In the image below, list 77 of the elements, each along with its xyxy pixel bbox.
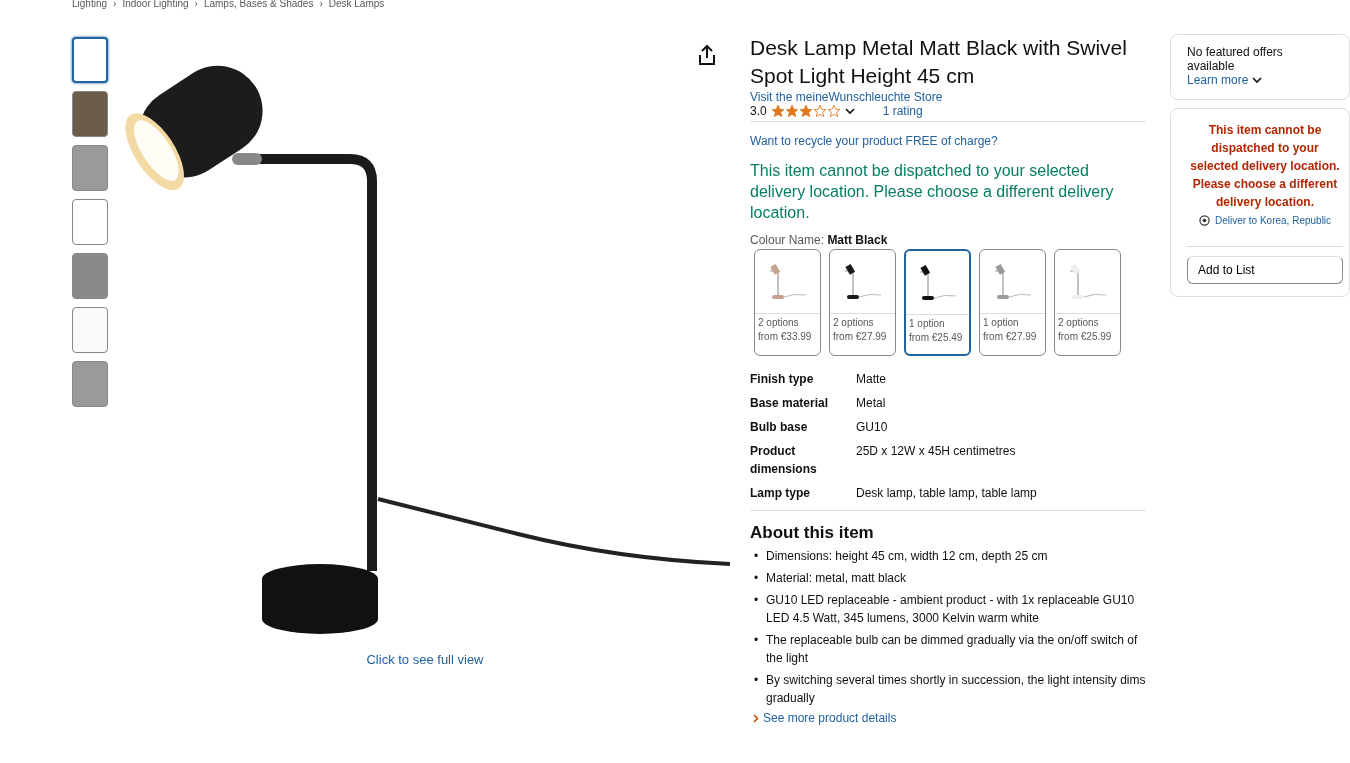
- dispatch-warning: This item cannot be dispatched to your selected delivery location. Please choose a different delivery location.: [1189, 122, 1341, 211]
- spec-value: Desk lamp, table lamp, table lamp: [856, 485, 1038, 502]
- about-heading: About this item: [750, 523, 875, 543]
- spec-label: Lamp type: [750, 485, 811, 502]
- recycle-link[interactable]: Want to recycle your product FREE of charge?: [750, 134, 1146, 148]
- variant-options-count: 2 options: [832, 316, 875, 328]
- product-title: Desk Lamp Metal Matt Black with Swivel Spot Light Height 45 cm: [750, 35, 1128, 89]
- bullet-marker: •: [754, 548, 759, 565]
- spec-value: 25D x 12W x 45H centimetres: [856, 443, 1017, 460]
- bullet-marker: •: [754, 570, 759, 587]
- breadcrumb-link[interactable]: Desk Lamps: [328, 0, 385, 9]
- deliver-to-link[interactable]: Deliver to Korea, Republic: [1214, 215, 1332, 226]
- lamp-thumbnail-drawing: [918, 264, 957, 301]
- breadcrumb-link[interactable]: Lighting: [72, 0, 108, 9]
- breadcrumb-separator: ›: [319, 0, 323, 9]
- bullet-marker: •: [754, 632, 759, 649]
- spec-label: Finish type: [750, 371, 815, 388]
- spec-value: GU10: [856, 419, 889, 436]
- lamp-thumbnail-drawing: [843, 263, 882, 300]
- full-view-link[interactable]: Click to see full view: [366, 652, 484, 667]
- chevron-down-icon: [844, 107, 855, 115]
- feature-bullet: By switching several times shortly in succession, the light intensity dims gradually: [766, 672, 1146, 707]
- star-filled-icon: [784, 104, 799, 118]
- chevron-right-icon: [753, 713, 759, 723]
- image-thumbnail[interactable]: [72, 361, 108, 407]
- feature-bullet: The replaceable bulb can be dimmed gradually via the on/off switch of the light: [766, 632, 1139, 667]
- chevron-down-icon: [1252, 76, 1263, 84]
- colour-variant-option[interactable]: 2 options from €27.99: [829, 249, 896, 356]
- feature-bullet: GU10 LED replaceable - ambient product - with 1x replaceable GU10 LED 4.5 Watt, 345 lumens, 3000 Kelvin warm white: [766, 592, 1136, 627]
- image-thumbnail[interactable]: [72, 91, 108, 137]
- breadcrumb-separator: ›: [113, 0, 117, 9]
- variant-price: from €33.99: [757, 330, 813, 342]
- dispatch-notice: This item cannot be dispatched to your selected delivery location. Please choose a different delivery location.: [750, 161, 1115, 223]
- rating-count-link[interactable]: 1 rating: [882, 104, 923, 118]
- spec-value: Metal: [856, 395, 887, 412]
- variant-options-count: 2 options: [1057, 316, 1100, 328]
- breadcrumb-link[interactable]: Indoor Lighting: [122, 0, 189, 9]
- spec-value: Matte: [856, 371, 887, 388]
- store-link[interactable]: Visit the meineWunschleuchte Store: [750, 90, 1146, 104]
- colour-variant-option[interactable]: 1 option from €27.99: [979, 249, 1046, 356]
- image-thumbnail[interactable]: [72, 199, 108, 245]
- variant-price: from €27.99: [832, 330, 888, 342]
- star-filled-icon: [798, 104, 813, 118]
- location-pin-icon: [1198, 215, 1210, 226]
- breadcrumb-link[interactable]: Lamps, Bases & Shades: [203, 0, 314, 9]
- offers-message: No featured offers available: [1187, 45, 1284, 73]
- breadcrumb-separator: ›: [194, 0, 198, 9]
- variant-price: from €25.99: [1057, 330, 1113, 342]
- spec-label: Bulb base: [750, 419, 809, 436]
- variant-price: from €25.49: [908, 331, 964, 343]
- star-filled-icon: [770, 104, 785, 118]
- colour-variant-option[interactable]: 2 options from €25.99: [1054, 249, 1121, 356]
- variant-options-count: 1 option: [908, 317, 946, 329]
- spec-label: Base material: [750, 395, 830, 412]
- lamp-thumbnail-drawing: [1068, 263, 1107, 300]
- add-to-list-button[interactable]: Add to List: [1187, 256, 1343, 284]
- rating-value: 3.0: [750, 104, 767, 118]
- learn-more-link[interactable]: Learn more: [1187, 73, 1249, 87]
- feature-bullet: Material: metal, matt black: [766, 570, 907, 587]
- colour-name-label: Colour Name: Matt Black: [750, 233, 889, 247]
- image-thumbnail[interactable]: [72, 37, 108, 83]
- bullet-marker: •: [754, 672, 759, 689]
- product-details-link[interactable]: See more product details: [763, 711, 897, 725]
- variant-options-count: 2 options: [757, 316, 800, 328]
- colour-variant-option[interactable]: 1 option from €25.49: [904, 249, 971, 356]
- image-thumbnail[interactable]: [72, 145, 108, 191]
- share-button[interactable]: [696, 44, 718, 68]
- lamp-thumbnail-drawing: [993, 263, 1032, 300]
- variant-price: from €27.99: [982, 330, 1038, 342]
- bullet-marker: •: [754, 592, 759, 609]
- variant-options-count: 1 option: [982, 316, 1020, 328]
- colour-variant-option[interactable]: 2 options from €33.99: [754, 249, 821, 356]
- spec-label: Product dimensions: [750, 443, 818, 478]
- image-thumbnail[interactable]: [72, 253, 108, 299]
- feature-bullet: Dimensions: height 45 cm, width 12 cm, depth 25 cm: [766, 548, 1048, 565]
- lamp-thumbnail-drawing: [768, 263, 807, 300]
- image-thumbnail[interactable]: [72, 307, 108, 353]
